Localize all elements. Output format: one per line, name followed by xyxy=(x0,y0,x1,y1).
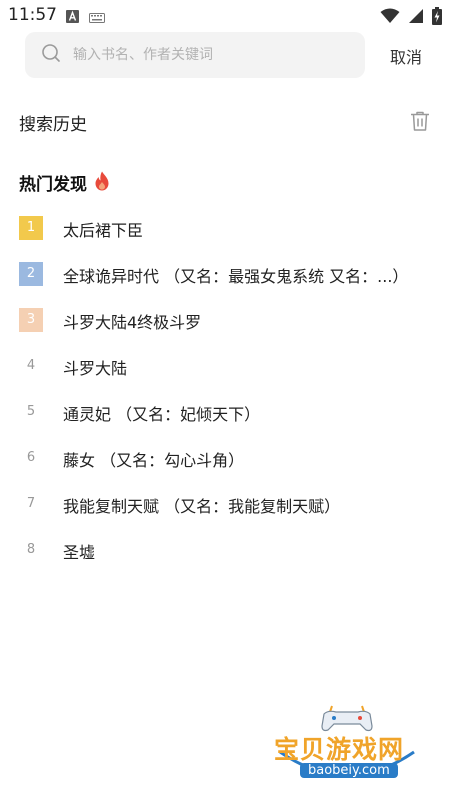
rank-number: 8 xyxy=(26,542,36,557)
trash-icon[interactable] xyxy=(408,109,432,137)
search-icon xyxy=(41,43,61,67)
rank-number: 7 xyxy=(26,496,36,511)
status-bar: 11:57 xyxy=(0,0,450,32)
hot-item-5[interactable]: 5 通灵妃 （又名：妃倾天下） xyxy=(0,388,450,434)
hot-item-title: 太后裙下臣 xyxy=(63,221,144,240)
keyboard-icon xyxy=(89,8,105,27)
hot-item-title: 藤女 （又名：勾心斗角） xyxy=(63,451,245,470)
rank-number: 4 xyxy=(26,358,36,373)
hot-item-8[interactable]: 8 圣墟 xyxy=(0,526,450,572)
search-bar xyxy=(25,32,365,78)
hot-item-title: 斗罗大陆4终极斗罗 xyxy=(63,313,202,332)
hot-header: 热门发现 xyxy=(19,170,111,195)
hot-item-title: 我能复制天赋 （又名：我能复制天赋） xyxy=(63,497,341,516)
watermark-name: 宝贝游戏网 xyxy=(274,735,405,764)
search-history-title: 搜索历史 xyxy=(19,115,87,135)
battery-charging-icon xyxy=(432,7,442,29)
rank-badge: 1 xyxy=(19,216,43,240)
rank-badge: 2 xyxy=(19,262,43,286)
status-left-icons xyxy=(66,8,105,27)
cancel-button[interactable]: 取消 xyxy=(390,44,422,68)
hot-item-6[interactable]: 6 藤女 （又名：勾心斗角） xyxy=(0,434,450,480)
hot-item-4[interactable]: 4 斗罗大陆 xyxy=(0,342,450,388)
hot-item-title: 圣墟 xyxy=(63,543,96,562)
flame-icon xyxy=(93,171,111,195)
status-time: 11:57 xyxy=(8,5,57,25)
hot-item-1[interactable]: 1 太后裙下臣 xyxy=(0,204,450,250)
hot-item-title: 斗罗大陆 xyxy=(63,359,128,378)
wifi-icon xyxy=(380,8,400,28)
hot-title: 热门发现 xyxy=(19,175,87,195)
hot-item-title: 通灵妃 （又名：妃倾天下） xyxy=(63,405,261,424)
hot-list: 1 太后裙下臣 2 全球诡异时代 （又名：最强女鬼系统 又名：...） 3 斗罗… xyxy=(0,204,450,572)
rank-number: 5 xyxy=(26,404,36,419)
watermark-domain: baobeiy.com xyxy=(300,763,398,778)
status-right-icons xyxy=(380,7,442,29)
text-a-icon xyxy=(66,8,79,27)
signal-icon xyxy=(408,8,424,28)
hot-item-3[interactable]: 3 斗罗大陆4终极斗罗 xyxy=(0,296,450,342)
hot-item-title: 全球诡异时代 （又名：最强女鬼系统 又名：...） xyxy=(63,267,409,286)
hot-item-7[interactable]: 7 我能复制天赋 （又名：我能复制天赋） xyxy=(0,480,450,526)
rank-badge: 3 xyxy=(19,308,43,332)
hot-item-2[interactable]: 2 全球诡异时代 （又名：最强女鬼系统 又名：...） xyxy=(0,250,450,296)
search-input[interactable] xyxy=(73,47,343,63)
watermark-logo: 宝贝游戏网 baobeiy.com xyxy=(272,700,422,792)
rank-number: 6 xyxy=(26,450,36,465)
